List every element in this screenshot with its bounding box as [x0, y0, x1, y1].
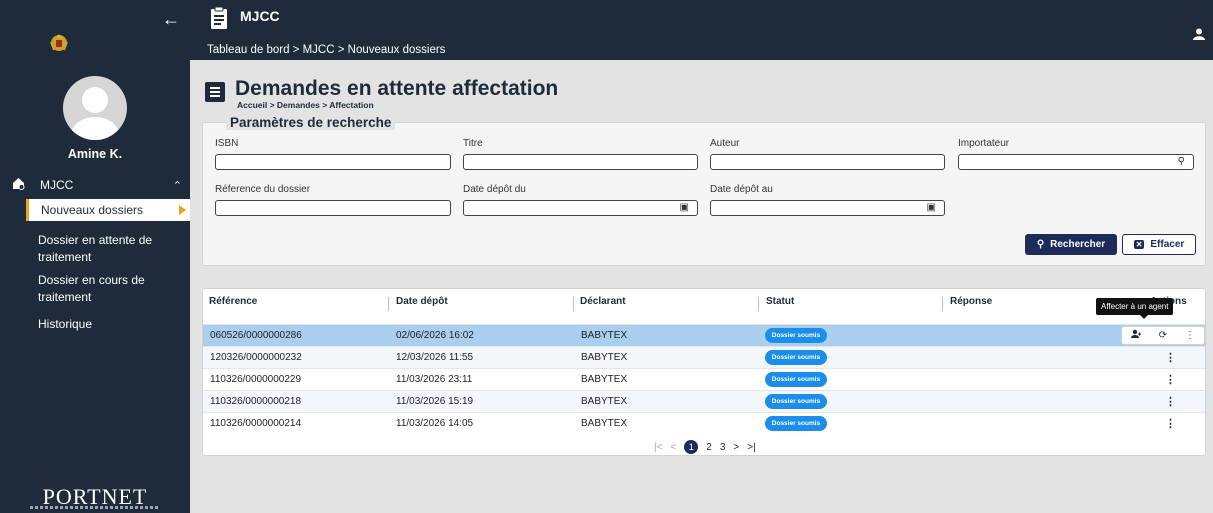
pagination: |< < 1 2 3 > >| [650, 440, 760, 454]
isbn-input[interactable] [215, 154, 451, 170]
chevron-up-icon[interactable]: ⌃ [173, 179, 182, 192]
column-separator [758, 297, 759, 311]
date-to-label: Date dépôt au [710, 184, 773, 195]
arrow-left-icon[interactable]: ← [162, 10, 180, 28]
sidebar-item-historique[interactable]: Historique [26, 316, 190, 333]
status-badge: Dossier soumis [765, 328, 827, 343]
sidebar-section-mjcc[interactable]: MJCC ⌃ [12, 176, 182, 194]
search-panel-legend: Paramètres de recherche [226, 116, 396, 130]
table-row[interactable]: 060526/0000000286 02/06/2026 16:02 BABYT… [203, 324, 1205, 346]
cell-reference: 110326/0000000218 [210, 396, 302, 407]
caret-right-icon [179, 205, 186, 215]
sidebar-item-attente[interactable]: Dossier en attente de traitement [26, 232, 190, 266]
prev-page-icon[interactable]: < [670, 442, 676, 453]
sidebar-item-label: Nouveaux dossiers [41, 202, 144, 217]
column-header-reference[interactable]: Référence [209, 296, 257, 307]
avatar [63, 76, 127, 140]
home-icon [12, 177, 28, 193]
list-icon [205, 82, 225, 102]
column-separator [573, 297, 574, 311]
cell-declarant: BABYTEX [581, 374, 628, 385]
cell-date: 11/03/2026 23:11 [396, 374, 473, 385]
clipboard-icon [211, 6, 227, 29]
cell-declarant: BABYTEX [581, 396, 628, 407]
cell-declarant: BABYTEX [581, 352, 628, 363]
table-row[interactable]: 110326/0000000218 11/03/2026 15:19 BABYT… [203, 390, 1205, 412]
cell-date: 02/06/2026 16:02 [396, 330, 474, 341]
breadcrumb: Tableau de bord > MJCC > Nouveaux dossie… [207, 44, 446, 56]
table-row[interactable]: 110326/0000000214 11/03/2026 14:05 BABYT… [203, 412, 1205, 434]
cell-reference: 120326/0000000232 [210, 352, 302, 363]
first-page-icon[interactable]: |< [654, 442, 662, 453]
more-icon[interactable]: ⋮ [1165, 373, 1176, 386]
tooltip: Affecter à un agent [1096, 298, 1174, 319]
last-page-icon[interactable]: >| [747, 442, 755, 453]
column-header-declarant[interactable]: Déclarant [580, 296, 626, 307]
search-icon: ⚲ [1036, 239, 1045, 250]
assign-agent-icon[interactable] [1130, 329, 1141, 342]
cell-date: 12/03/2026 11:55 [396, 352, 474, 363]
reference-label: Réference du dossier [215, 184, 311, 195]
sidebar: ← Amine K. MJCC ⌃ Nouveaux dossiers Doss… [0, 0, 190, 513]
status-badge: Dossier soumis [765, 394, 827, 409]
search-button[interactable]: ⚲ Rechercher [1025, 234, 1117, 255]
column-header-reponse[interactable]: Réponse [950, 296, 992, 307]
date-from-input[interactable]: ▣ [463, 200, 698, 216]
importateur-label: Importateur [958, 138, 1010, 149]
cell-reference: 110326/0000000214 [210, 418, 302, 429]
calendar-icon[interactable]: ▣ [927, 202, 936, 213]
titre-input[interactable] [463, 154, 698, 170]
reference-input[interactable] [215, 200, 451, 216]
isbn-label: ISBN [215, 138, 239, 149]
status-badge: Dossier soumis [765, 416, 827, 431]
status-badge: Dossier soumis [765, 350, 827, 365]
app-title: MJCC [240, 8, 280, 24]
date-from-label: Date dépôt du [463, 184, 526, 195]
cell-reference: 110326/0000000229 [210, 374, 302, 385]
table-row[interactable]: 120326/0000000232 12/03/2026 11:55 BABYT… [203, 346, 1205, 368]
next-page-icon[interactable]: > [733, 442, 739, 453]
calendar-icon[interactable]: ▣ [680, 202, 689, 213]
more-icon[interactable]: ⋮ [1165, 351, 1176, 364]
cell-declarant: BABYTEX [581, 418, 628, 429]
logo-subtitle [30, 506, 160, 509]
user-icon[interactable] [1193, 28, 1205, 40]
status-badge: Dossier soumis [765, 372, 827, 387]
row-actions: ⟳ ⋮ [1121, 326, 1205, 345]
column-separator [942, 297, 943, 311]
column-header-date[interactable]: Date dépôt [396, 296, 448, 307]
auteur-label: Auteur [710, 138, 740, 149]
cell-date: 11/03/2026 15:19 [396, 396, 474, 407]
cell-date: 11/03/2026 14:05 [396, 418, 474, 429]
clear-button[interactable]: ✕ Effacer [1122, 234, 1196, 255]
page-button-current[interactable]: 1 [684, 440, 699, 454]
date-to-input[interactable]: ▣ [710, 200, 945, 216]
user-name: Amine K. [67, 147, 123, 161]
titre-label: Titre [463, 138, 483, 149]
importateur-input[interactable]: ⚲ [958, 154, 1194, 170]
more-icon[interactable]: ⋮ [1165, 395, 1176, 408]
more-icon[interactable]: ⋮ [1165, 417, 1176, 430]
cell-declarant: BABYTEX [581, 330, 628, 341]
page-title: Demandes en attente affectation [235, 77, 559, 100]
emblem-icon [50, 34, 68, 51]
page-breadcrumb: Accueil > Demandes > Affectation [237, 100, 374, 110]
sidebar-item-nouveaux-dossiers[interactable]: Nouveaux dossiers [26, 199, 190, 221]
refresh-icon[interactable]: ⟳ [1159, 330, 1167, 341]
auteur-input[interactable] [710, 154, 945, 170]
sidebar-section-label: MJCC [40, 178, 74, 192]
more-icon[interactable]: ⋮ [1185, 330, 1195, 341]
page-button[interactable]: 3 [720, 442, 726, 453]
column-separator [388, 297, 389, 311]
page-button[interactable]: 2 [706, 442, 712, 453]
clear-icon: ✕ [1133, 240, 1145, 249]
search-button-label: Rechercher [1050, 239, 1106, 250]
clear-button-label: Effacer [1150, 239, 1185, 250]
top-bar: MJCC Tableau de bord > MJCC > Nouveaux d… [190, 0, 1213, 60]
table-row[interactable]: 110326/0000000229 11/03/2026 23:11 BABYT… [203, 368, 1205, 390]
sidebar-item-en-cours[interactable]: Dossier en cours de traitement [26, 272, 190, 306]
search-icon[interactable]: ⚲ [1178, 156, 1185, 167]
column-header-statut[interactable]: Statut [766, 296, 794, 307]
cell-reference: 060526/0000000286 [210, 330, 302, 341]
